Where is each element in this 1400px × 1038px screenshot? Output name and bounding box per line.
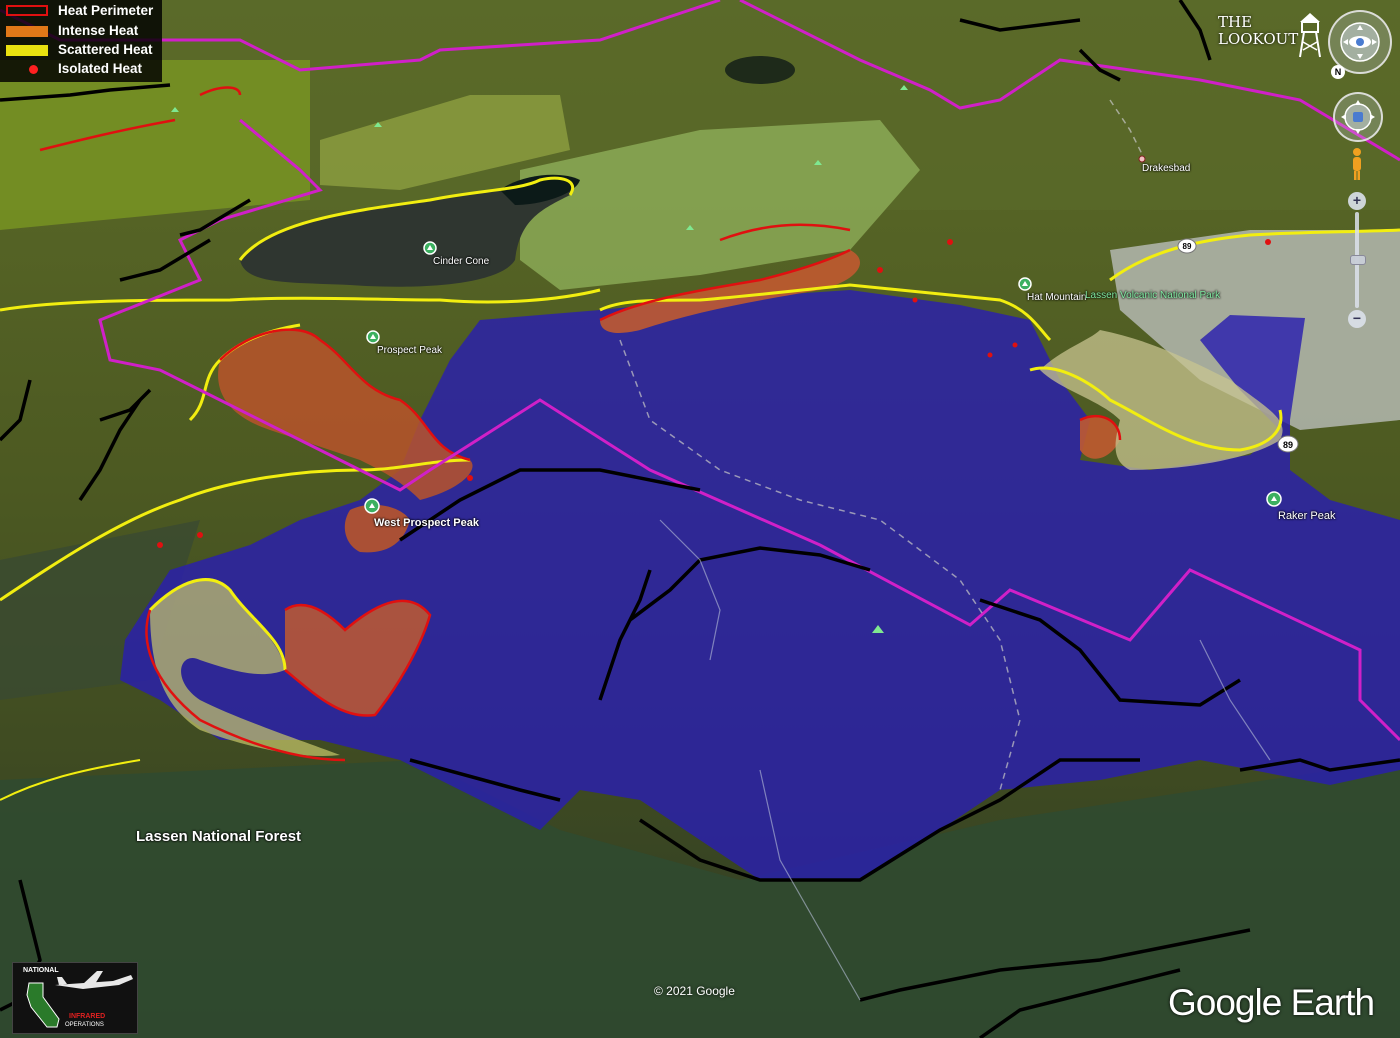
route-89-label-south: 89 [1283, 440, 1293, 450]
terrain-layer: 89 89 [0, 0, 1400, 1038]
copyright-text: © 2021 Google [654, 984, 735, 998]
legend-label: Intense Heat [58, 23, 139, 38]
eye-icon [1340, 22, 1380, 62]
label-raker-peak[interactable]: Raker Peak [1278, 510, 1335, 522]
national-infrared-operations-logo: NATIONAL INFRARED OPERATIONS [12, 962, 138, 1034]
zoom-out-button[interactable]: − [1348, 310, 1366, 328]
isolated-heat-swatch [29, 65, 38, 74]
legend-item-isolated-heat: Isolated Heat [0, 60, 162, 79]
heat-perimeter-swatch [6, 5, 48, 16]
zoom-thumb[interactable] [1350, 255, 1366, 265]
map-legend: Heat Perimeter Intense Heat Scattered He… [0, 0, 162, 82]
legend-item-scattered-heat: Scattered Heat [0, 41, 162, 60]
nio-logo-bottom-text: OPERATIONS [65, 1022, 104, 1028]
legend-label: Isolated Heat [58, 61, 143, 76]
label-prospect-peak[interactable]: Prospect Peak [377, 345, 442, 356]
hand-pan-icon [1341, 100, 1375, 134]
compass-north-label: N [1331, 65, 1345, 79]
legend-label: Heat Perimeter [58, 3, 154, 18]
scattered-heat-swatch [6, 45, 48, 56]
airplane-icon [55, 971, 133, 989]
lookout-tower-icon [1299, 13, 1321, 58]
street-view-pegman-icon[interactable] [1350, 147, 1364, 181]
move-control[interactable] [1333, 92, 1383, 142]
look-around-control[interactable]: N [1328, 10, 1392, 79]
intense-heat-swatch [6, 26, 48, 37]
label-drakesbad[interactable]: Drakesbad [1142, 163, 1190, 174]
label-lassen-volcanic-national-park[interactable]: Lassen Volcanic National Park [1085, 290, 1220, 301]
lake [725, 56, 795, 84]
lookout-logo-text: THE LOOKOUT [1218, 13, 1299, 48]
label-hat-mountain[interactable]: Hat Mountain [1027, 292, 1086, 303]
legend-label: Scattered Heat [58, 42, 153, 57]
zoom-slider[interactable]: + − [1348, 192, 1366, 330]
california-map-icon [26, 982, 60, 1028]
label-cinder-cone[interactable]: Cinder Cone [433, 256, 489, 267]
nio-logo-middle-text: INFRARED [69, 1013, 106, 1020]
legend-item-heat-perimeter: Heat Perimeter [0, 2, 162, 21]
label-lassen-national-forest[interactable]: Lassen National Forest [136, 828, 301, 845]
drakesbad-marker [1138, 155, 1146, 163]
the-lookout-logo: THE LOOKOUT [1218, 10, 1328, 58]
route-89-label-north: 89 [1183, 242, 1192, 251]
zoom-in-button[interactable]: + [1348, 192, 1366, 210]
map-viewport[interactable]: 89 89 Heat Perimeter Intense Heat Scatte… [0, 0, 1400, 1038]
legend-item-intense-heat: Intense Heat [0, 22, 162, 41]
label-west-prospect-peak[interactable]: West Prospect Peak [374, 517, 479, 529]
google-earth-watermark: Google Earth [1168, 982, 1375, 1023]
